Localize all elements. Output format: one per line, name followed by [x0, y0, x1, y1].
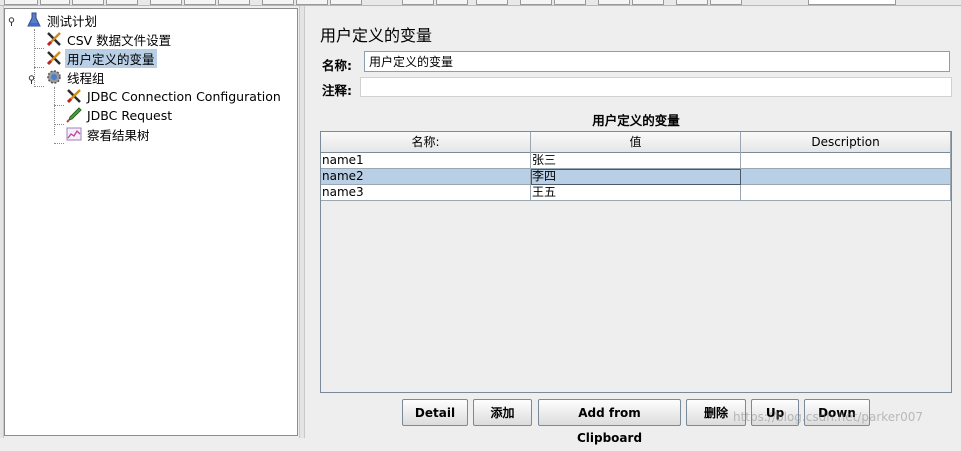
- toolbar-button[interactable]: [4, 0, 38, 5]
- toolbar-button[interactable]: [40, 0, 70, 5]
- panel-splitter[interactable]: [299, 6, 305, 438]
- tree-item-label: 察看结果树: [87, 127, 150, 143]
- toolbar-button[interactable]: [218, 0, 250, 5]
- comment-label: 注释:: [322, 83, 352, 98]
- toolbar-button[interactable]: [632, 0, 664, 5]
- cell-name[interactable]: name2: [321, 169, 531, 185]
- toolbar-search-field[interactable]: [808, 0, 896, 5]
- toolbar-button[interactable]: [436, 0, 468, 5]
- tree-item-label: 测试计划: [47, 13, 98, 29]
- cell-description[interactable]: [741, 153, 951, 169]
- table-row-selected[interactable]: name2 李四: [321, 169, 951, 185]
- tree-item-test-plan[interactable]: 测试计划: [25, 11, 99, 29]
- toolbar-button[interactable]: [296, 0, 328, 5]
- table-header: 名称: 值 Description: [321, 132, 951, 153]
- add-button[interactable]: 添加: [473, 399, 532, 426]
- test-plan-tree[interactable]: 测试计划 CSV 数据文件设置 用户定义的变量 线程组 JDBC Connect…: [4, 8, 298, 436]
- tree-item-user-defined-variables[interactable]: 用户定义的变量: [45, 48, 157, 68]
- tree-item-label: 线程组: [67, 70, 105, 86]
- tree-expanded-handle-icon[interactable]: [27, 75, 36, 84]
- toolbar-button[interactable]: [476, 0, 508, 5]
- cell-name[interactable]: name3: [321, 185, 531, 201]
- table-row[interactable]: name1 张三: [321, 153, 951, 169]
- pipette-sampler-icon: [66, 107, 82, 123]
- watermark: https://blog.csdn.net/parker007: [733, 410, 924, 424]
- toolbar-button[interactable]: [676, 0, 708, 5]
- add-from-clipboard-button[interactable]: Add from Clipboard: [538, 399, 681, 445]
- table-title: 用户定义的变量: [592, 113, 680, 128]
- tree-item-label: 用户定义的变量: [65, 48, 157, 68]
- cell-value[interactable]: 李四: [531, 169, 741, 185]
- toolbar-button[interactable]: [262, 0, 294, 5]
- tree-item-jdbc-connection-configuration[interactable]: JDBC Connection Configuration: [65, 87, 283, 105]
- comment-field[interactable]: [360, 77, 952, 97]
- column-header-value[interactable]: 值: [531, 132, 741, 153]
- toolbar-button[interactable]: [106, 0, 138, 5]
- toolbar-button[interactable]: [710, 0, 742, 5]
- toolbar-button[interactable]: [598, 0, 630, 5]
- name-field[interactable]: [364, 51, 950, 72]
- tree-item-label: CSV 数据文件设置: [67, 32, 172, 48]
- variables-table[interactable]: 名称: 值 Description name1 张三 name2 李四 name…: [320, 131, 952, 393]
- tree-expanded-handle-icon[interactable]: [7, 17, 16, 26]
- toolbar-button[interactable]: [150, 0, 182, 5]
- wrench-config-icon: [66, 89, 81, 104]
- toolbar-button[interactable]: [520, 0, 552, 5]
- cell-value[interactable]: 张三: [531, 153, 741, 169]
- name-label: 名称:: [322, 58, 352, 73]
- toolbar: [0, 0, 961, 6]
- tree-item-label: JDBC Connection Configuration: [87, 88, 281, 104]
- test-plan-icon: [27, 12, 41, 27]
- toolbar-button[interactable]: [554, 0, 586, 5]
- graph-listener-icon: [66, 127, 82, 141]
- detail-button[interactable]: Detail: [402, 399, 468, 426]
- wrench-config-icon: [46, 32, 61, 47]
- gear-thread-group-icon: [47, 70, 61, 84]
- cell-value[interactable]: 王五: [531, 185, 741, 201]
- toolbar-button[interactable]: [402, 0, 434, 5]
- column-header-name[interactable]: 名称:: [321, 132, 531, 153]
- table-row[interactable]: name3 王五: [321, 185, 951, 201]
- tree-item-jdbc-request[interactable]: JDBC Request: [65, 106, 174, 124]
- page-title: 用户定义的变量: [320, 26, 433, 45]
- cell-description[interactable]: [741, 185, 951, 201]
- toolbar-button[interactable]: [184, 0, 216, 5]
- column-header-description[interactable]: Description: [741, 132, 951, 153]
- tree-item-label: JDBC Request: [87, 107, 173, 123]
- tree-item-view-results-tree[interactable]: 察看结果树: [65, 125, 152, 143]
- tree-item-csv-data-set[interactable]: CSV 数据文件设置: [45, 30, 173, 48]
- toolbar-button[interactable]: [330, 0, 362, 5]
- cell-description[interactable]: [741, 169, 951, 185]
- wrench-config-icon: [46, 51, 61, 66]
- cell-name[interactable]: name1: [321, 153, 531, 169]
- toolbar-button[interactable]: [72, 0, 104, 5]
- tree-item-thread-group[interactable]: 线程组: [45, 68, 107, 86]
